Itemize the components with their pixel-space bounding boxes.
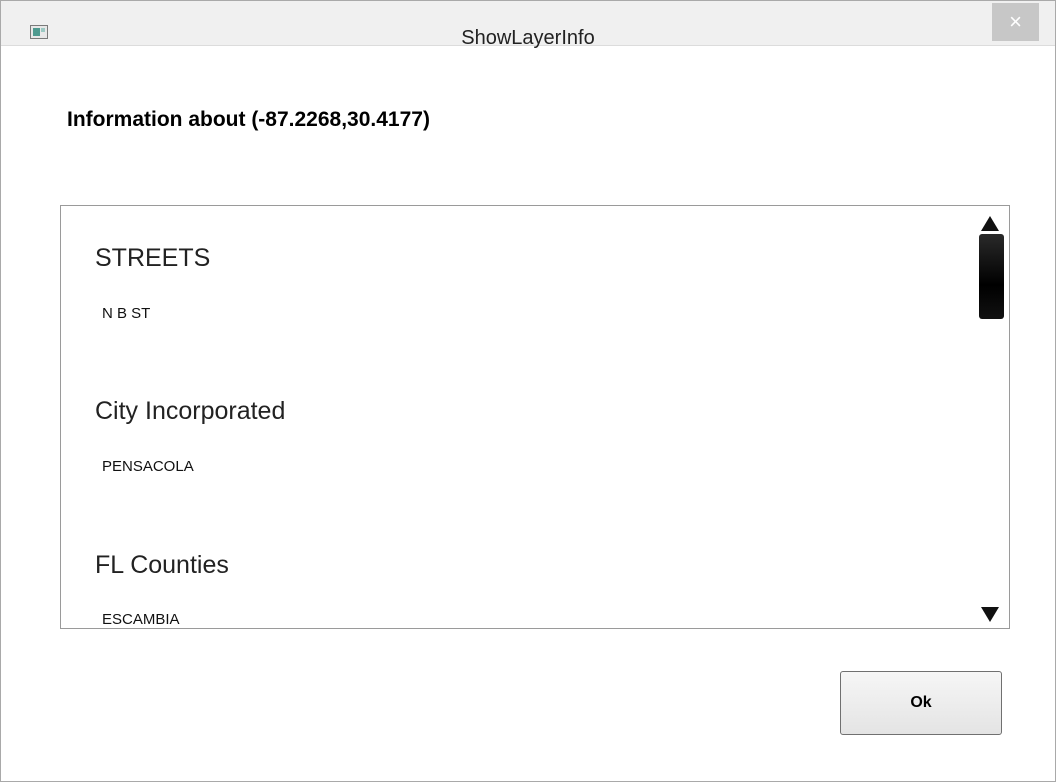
layer-name-city-incorporated: City Incorporated: [95, 397, 286, 425]
layer-value-fl-counties: ESCAMBIA: [102, 611, 180, 628]
close-icon: ×: [1009, 9, 1022, 34]
layer-value-city-incorporated: PENSACOLA: [102, 458, 194, 475]
scroll-down-arrow-icon[interactable]: [981, 607, 999, 622]
scroll-up-arrow-icon[interactable]: [981, 216, 999, 231]
layer-value-streets: N B ST: [102, 305, 151, 322]
layer-name-streets: STREETS: [95, 244, 211, 272]
ok-button[interactable]: Ok: [840, 671, 1002, 735]
dialog-window: ShowLayerInfo × Information about (-87.2…: [0, 0, 1056, 782]
layer-name-fl-counties: FL Counties: [95, 551, 229, 579]
info-heading: Information about (-87.2268,30.4177): [67, 108, 430, 131]
window-title: ShowLayerInfo: [461, 27, 595, 49]
scroll-thumb[interactable]: [979, 234, 1004, 319]
layer-info-panel[interactable]: STREETS N B ST City Incorporated PENSACO…: [60, 205, 1010, 629]
close-button[interactable]: ×: [992, 3, 1039, 41]
vertical-scrollbar[interactable]: [975, 212, 1005, 626]
title-bar[interactable]: ShowLayerInfo ×: [1, 1, 1055, 49]
